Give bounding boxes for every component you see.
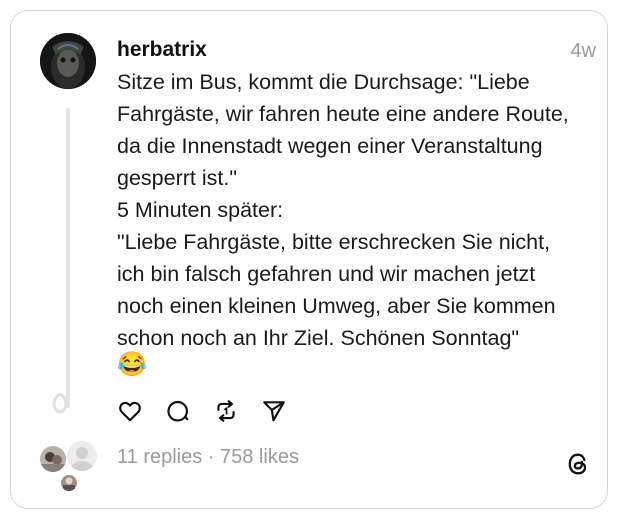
- repost-button[interactable]: [213, 398, 239, 424]
- laughing-emoji: 😂: [117, 351, 147, 378]
- post-stats[interactable]: 11 replies · 758 likes: [117, 446, 299, 469]
- thread-loop-icon: [52, 392, 68, 414]
- replier-avatar[interactable]: [67, 441, 97, 471]
- replier-avatar[interactable]: [61, 475, 77, 491]
- post-time: 4w: [570, 40, 596, 62]
- share-button[interactable]: [261, 398, 287, 424]
- comment-button[interactable]: [165, 398, 191, 424]
- author-avatar[interactable]: [40, 33, 96, 89]
- share-icon: [263, 401, 285, 422]
- replier-avatar[interactable]: [40, 446, 66, 472]
- comment-icon: [167, 400, 189, 422]
- threads-logo-icon[interactable]: [564, 450, 592, 478]
- username[interactable]: herbatrix: [117, 38, 207, 62]
- heart-icon: [119, 401, 141, 422]
- like-button[interactable]: [117, 398, 143, 424]
- thread-line: [66, 108, 70, 408]
- repost-icon: [217, 400, 235, 422]
- action-bar: [117, 398, 287, 424]
- post-body: Sitze im Bus, kommt die Durchsage: "Lieb…: [117, 70, 569, 350]
